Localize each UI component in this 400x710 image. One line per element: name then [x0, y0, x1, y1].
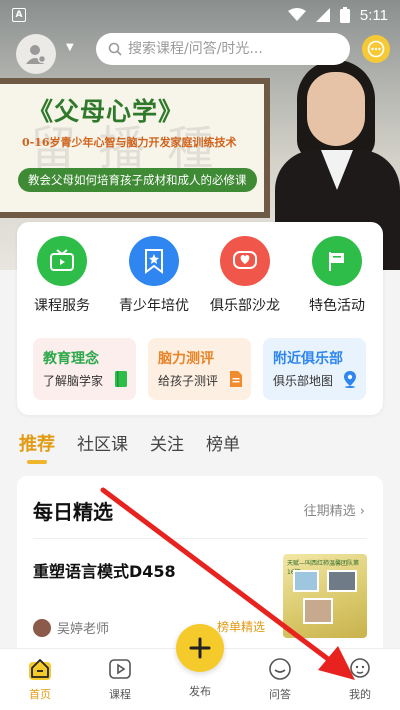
card-nearby-club[interactable]: 附近俱乐部 俱乐部地图 [263, 338, 366, 400]
course-title[interactable]: 重塑语言模式D458 [33, 558, 176, 582]
nav-publish-label-wrap: 发布 [170, 683, 230, 699]
banner-title: 《父母心学》 [28, 97, 185, 126]
author-avatar [33, 618, 51, 637]
card-education-philosophy[interactable]: 教育理念 了解脑学家 [33, 338, 136, 400]
wifi-icon [287, 8, 306, 21]
nav-label: 我的 [349, 688, 371, 701]
banner-subtitle: 0-16岁青少年心智与脑力开发家庭训练技术 [22, 136, 237, 149]
document-icon [230, 371, 242, 387]
course-thumbnail[interactable]: 天赋—叫西红柿温馨团队第16期 [283, 554, 367, 638]
search-input[interactable] [128, 41, 338, 57]
status-time: 5:11 [359, 6, 388, 24]
tab-label: 榜单 [206, 435, 240, 455]
star-bookmark-icon [129, 236, 179, 286]
tab-community-course[interactable]: 社区课 [77, 430, 128, 455]
quick-item-label: 俱乐部沙龙 [210, 298, 280, 314]
signal-icon [315, 8, 330, 22]
tab-recommend[interactable]: 推荐 [19, 430, 55, 464]
past-picks-label: 往期精选 [303, 504, 356, 519]
book-icon [115, 371, 127, 387]
nav-label: 课程 [109, 688, 131, 701]
tv-icon [37, 236, 87, 286]
author-name: 吴婷老师 [57, 622, 110, 637]
card-brain-assessment[interactable]: 脑力测评 给孩子测评 [148, 338, 251, 400]
divider [33, 538, 367, 539]
course-author[interactable]: 吴婷老师 [33, 618, 109, 637]
quick-item-label: 特色活动 [309, 298, 365, 314]
nav-home[interactable]: 首页 [10, 656, 70, 702]
message-button[interactable] [362, 35, 390, 63]
search-icon [108, 42, 122, 56]
quick-item-course-service[interactable]: 课程服务 [17, 236, 107, 315]
quick-item-label: 青少年培优 [119, 298, 189, 314]
nav-mine[interactable]: 我的 [330, 656, 390, 702]
nav-label: 发布 [189, 685, 211, 698]
quick-item-youth[interactable]: 青少年培优 [109, 236, 199, 315]
status-bar: A 5:11 [0, 0, 400, 30]
card-title: 教育理念 [43, 351, 99, 367]
nav-course[interactable]: 课程 [90, 656, 150, 702]
quick-item-special-activity[interactable]: 特色活动 [292, 236, 382, 315]
card-title: 脑力测评 [158, 351, 214, 367]
tab-follow[interactable]: 关注 [150, 430, 184, 455]
flag-icon [312, 236, 362, 286]
notification-a-icon: A [12, 8, 26, 22]
quick-item-club-salon[interactable]: 俱乐部沙龙 [200, 236, 290, 315]
feed-tabs: 推荐 社区课 关注 榜单 [19, 430, 240, 470]
plus-icon [189, 637, 211, 659]
heart-chat-icon [220, 236, 270, 286]
search-bar[interactable] [96, 33, 350, 65]
nav-qa[interactable]: 问答 [250, 656, 310, 702]
banner-tagline: 教会父母如何培育孩子成材和成人的必修课 [18, 168, 257, 192]
publish-button[interactable] [176, 624, 224, 672]
chevron-right-icon: › [359, 504, 365, 519]
card-title: 附近俱乐部 [273, 351, 343, 367]
home-icon [27, 656, 53, 682]
location-pin-icon [344, 371, 356, 388]
tab-ranking[interactable]: 榜单 [206, 430, 240, 455]
message-dots-icon [367, 40, 385, 58]
quick-item-label: 课程服务 [34, 298, 90, 314]
tab-label: 推荐 [19, 434, 55, 455]
tab-label: 关注 [150, 435, 184, 455]
quick-menu-card: 课程服务 青少年培优 俱乐部沙龙 特色活动 教育理念 了解脑学家 脑力测评 给孩… [17, 222, 383, 415]
play-icon [107, 656, 133, 682]
ranking-badge: 榜单精选 [217, 620, 266, 634]
account-switch-caret-icon[interactable]: ▼ [66, 42, 74, 53]
profile-face-icon [347, 656, 373, 682]
past-picks-link[interactable]: 往期精选 › [304, 500, 365, 519]
tab-underline [27, 460, 47, 464]
user-avatar-icon [26, 45, 47, 64]
chat-face-icon [267, 656, 293, 682]
tab-label: 社区课 [77, 435, 128, 455]
user-avatar[interactable] [16, 34, 56, 74]
nav-label: 问答 [269, 688, 291, 701]
section-title: 每日精选 [33, 500, 113, 524]
battery-icon [339, 7, 350, 23]
nav-label: 首页 [29, 688, 51, 701]
